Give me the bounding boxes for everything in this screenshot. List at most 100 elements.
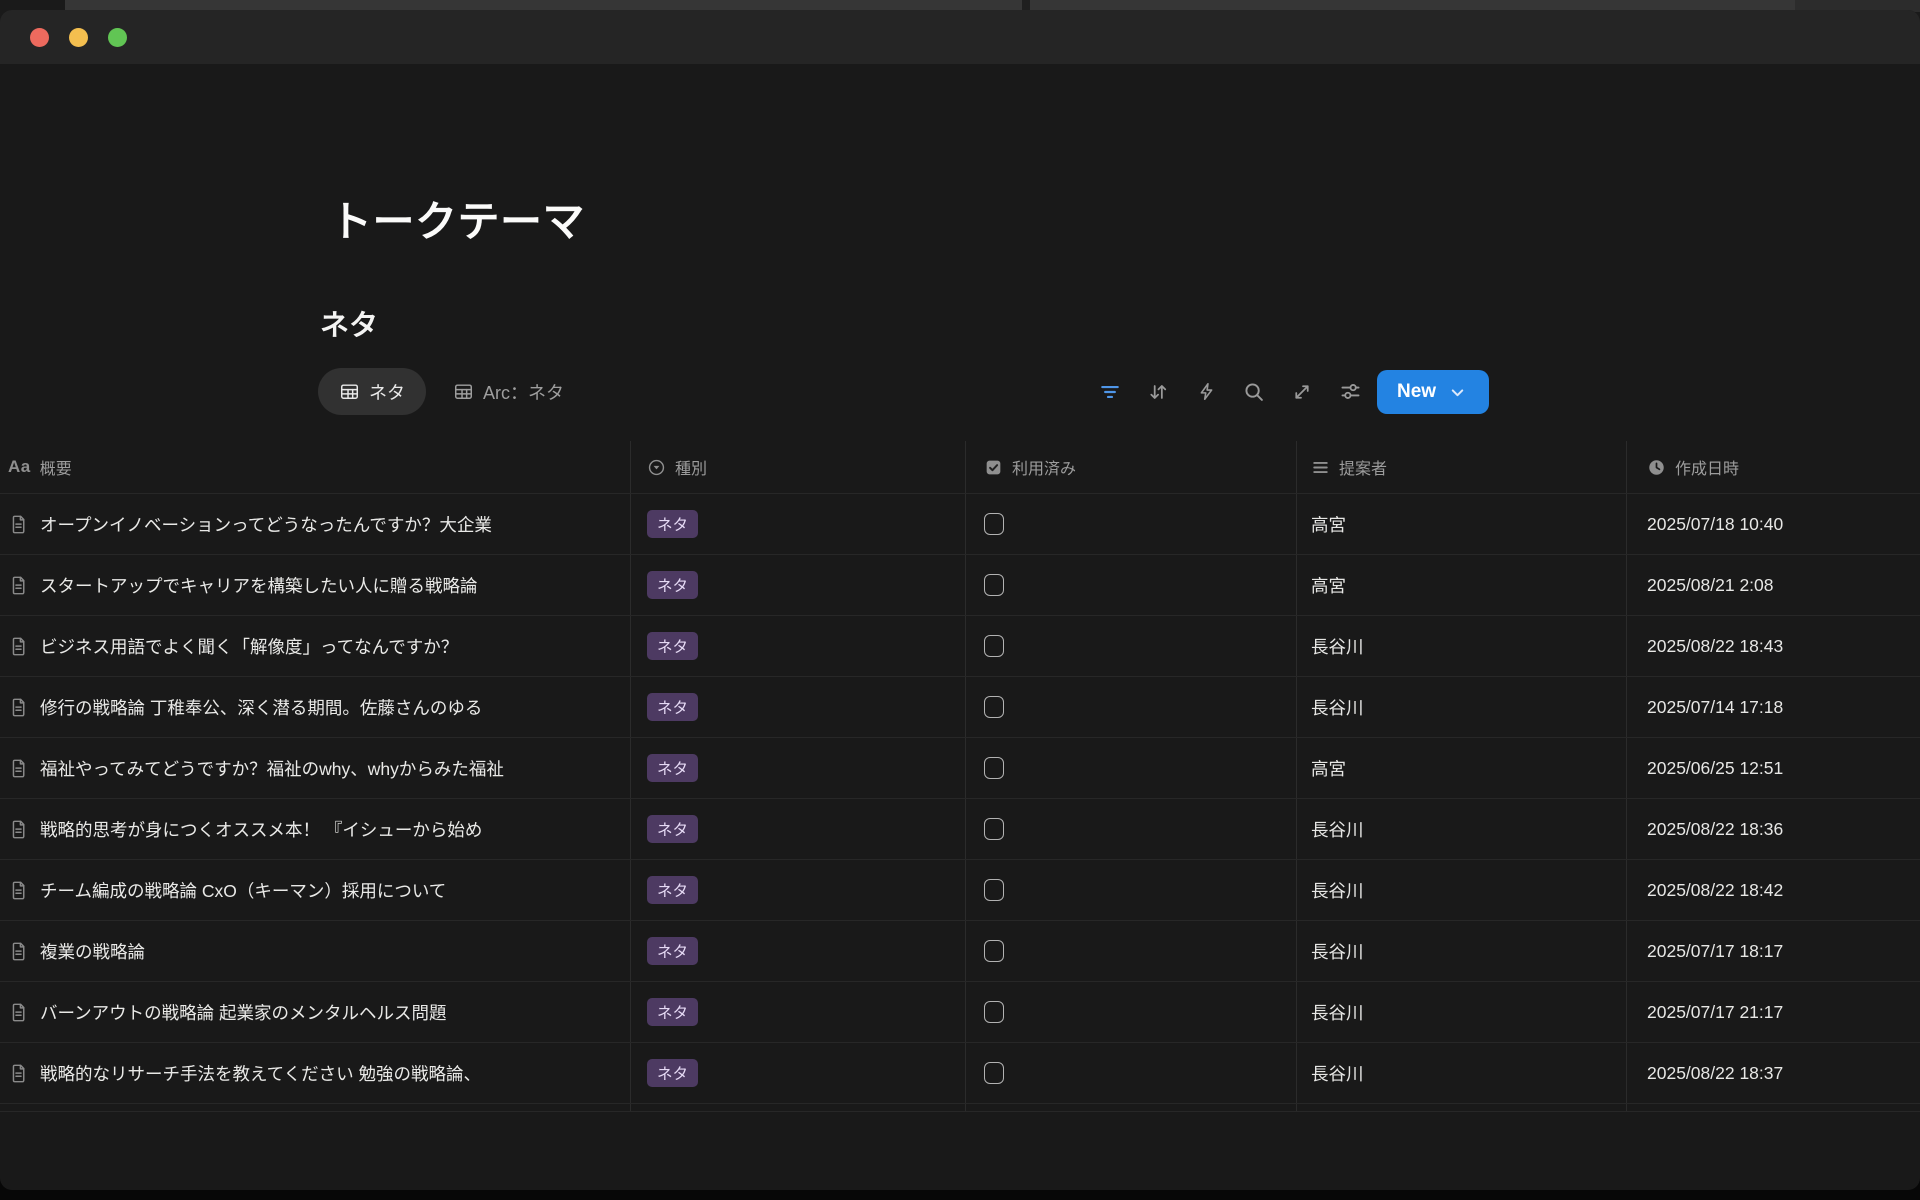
row-title[interactable]: ビジネス用語でよく聞く「解像度」ってなんですか？ [40, 634, 458, 659]
row-proposer-cell[interactable]: 長谷川 [1297, 982, 1627, 1042]
type-tag[interactable]: ネタ [647, 693, 698, 721]
row-type-cell[interactable]: ネタ [631, 555, 966, 615]
row-title[interactable]: 複業の戦略論 [40, 939, 145, 964]
row-title-cell[interactable]: 戦略的思考が身につくオススメ本！ 『イシューから始め [0, 799, 631, 859]
view-tab-arc-neta[interactable]: Arc：ネタ [432, 368, 585, 415]
filter-button[interactable] [1086, 368, 1134, 415]
lightning-button[interactable] [1182, 368, 1230, 415]
row-title[interactable]: 戦略的思考が身につくオススメ本！ 『イシューから始め [40, 817, 482, 842]
row-created-cell[interactable]: 2025/07/17 18:17 [1627, 921, 1920, 981]
type-tag[interactable]: ネタ [647, 632, 698, 660]
used-checkbox[interactable] [984, 940, 1004, 962]
row-type-cell[interactable]: ネタ [631, 860, 966, 920]
column-header-label: 提案者 [1339, 455, 1387, 479]
proposer-value: 長谷川 [1311, 1000, 1364, 1025]
row-title-cell[interactable]: スタートアップでキャリアを構築したい人に贈る戦略論 [0, 555, 631, 615]
type-tag[interactable]: ネタ [647, 815, 698, 843]
row-proposer-cell[interactable]: 長谷川 [1297, 1043, 1627, 1103]
row-title[interactable]: 福祉やってみてどうですか？福祉のwhy、whyからみた福祉 [40, 756, 504, 781]
row-created-cell[interactable]: 2025/08/22 18:36 [1627, 799, 1920, 859]
used-checkbox[interactable] [984, 696, 1004, 718]
created-datetime: 2025/08/22 18:42 [1647, 880, 1783, 901]
used-checkbox[interactable] [984, 818, 1004, 840]
search-button[interactable] [1230, 368, 1278, 415]
row-created-cell[interactable]: 2025/07/18 10:40 [1627, 494, 1920, 554]
row-proposer-cell[interactable]: 高宮 [1297, 555, 1627, 615]
row-title[interactable]: チーム編成の戦略論 CxO（キーマン）採用について [40, 878, 446, 903]
type-tag[interactable]: ネタ [647, 937, 698, 965]
row-proposer-cell[interactable]: 長谷川 [1297, 921, 1627, 981]
row-created-cell[interactable]: 2025/06/25 12:51 [1627, 738, 1920, 798]
row-proposer-cell[interactable]: 長谷川 [1297, 616, 1627, 676]
used-checkbox[interactable] [984, 513, 1004, 535]
row-created-cell[interactable]: 2025/08/21 2:08 [1627, 555, 1920, 615]
type-tag[interactable]: ネタ [647, 998, 698, 1026]
proposer-value: 長谷川 [1311, 878, 1364, 903]
document-icon [8, 941, 29, 962]
column-header[interactable]: 提案者 [1297, 441, 1627, 493]
type-tag[interactable]: ネタ [647, 571, 698, 599]
used-checkbox[interactable] [984, 574, 1004, 596]
minimize-button[interactable] [69, 28, 88, 47]
type-tag[interactable]: ネタ [647, 1059, 698, 1087]
row-proposer-cell[interactable]: 高宮 [1297, 738, 1627, 798]
row-title-cell[interactable]: 戦略的なリサーチ手法を教えてください 勉強の戦略論、 [0, 1043, 631, 1103]
view-tab-neta[interactable]: ネタ [318, 368, 426, 415]
row-title[interactable]: オープンイノベーションってどうなったんですか？大企業 [40, 512, 492, 537]
row-title-cell[interactable]: 福祉やってみてどうですか？福祉のwhy、whyからみた福祉 [0, 738, 631, 798]
type-tag[interactable]: ネタ [647, 510, 698, 538]
column-header[interactable]: 作成日時 [1627, 441, 1920, 493]
row-proposer-cell[interactable]: 長谷川 [1297, 677, 1627, 737]
row-title-cell[interactable]: 複業の戦略論 [0, 921, 631, 981]
row-title[interactable]: 修行の戦略論 丁稚奉公、深く潜る期間。佐藤さんのゆる [40, 695, 482, 720]
window-titlebar[interactable] [0, 10, 1920, 64]
used-checkbox[interactable] [984, 635, 1004, 657]
row-type-cell[interactable]: ネタ [631, 738, 966, 798]
row-created-cell[interactable]: 2025/07/17 21:17 [1627, 982, 1920, 1042]
column-header[interactable]: Aa概要 [0, 441, 631, 493]
row-title[interactable]: 戦略的なリサーチ手法を教えてください 勉強の戦略論、 [40, 1061, 481, 1086]
row-title-cell[interactable]: オープンイノベーションってどうなったんですか？大企業 [0, 494, 631, 554]
chevron-down-icon[interactable] [1448, 383, 1467, 402]
row-type-cell[interactable]: ネタ [631, 494, 966, 554]
row-type-cell[interactable]: ネタ [631, 1043, 966, 1103]
sort-icon [1147, 381, 1169, 403]
used-checkbox[interactable] [984, 879, 1004, 901]
close-button[interactable] [30, 28, 49, 47]
row-title-cell[interactable]: チーム編成の戦略論 CxO（キーマン）採用について [0, 860, 631, 920]
row-type-cell[interactable]: ネタ [631, 799, 966, 859]
row-title-cell[interactable]: 修行の戦略論 丁稚奉公、深く潜る期間。佐藤さんのゆる [0, 677, 631, 737]
column-header[interactable]: 利用済み [966, 441, 1297, 493]
used-checkbox[interactable] [984, 1001, 1004, 1023]
expand-button[interactable] [1278, 368, 1326, 415]
zoom-button[interactable] [108, 28, 127, 47]
row-title[interactable]: バーンアウトの戦略論 起業家のメンタルヘルス問題 [40, 1000, 447, 1025]
row-created-cell[interactable]: 2025/08/22 18:37 [1627, 1043, 1920, 1103]
row-proposer-cell[interactable]: 高宮 [1297, 494, 1627, 554]
row-used-cell [966, 677, 1297, 737]
sort-button[interactable] [1134, 368, 1182, 415]
used-checkbox[interactable] [984, 1062, 1004, 1084]
row-created-cell[interactable]: 2025/08/22 18:42 [1627, 860, 1920, 920]
column-header[interactable]: 種別 [631, 441, 966, 493]
type-tag[interactable]: ネタ [647, 876, 698, 904]
row-proposer-cell[interactable]: 長谷川 [1297, 860, 1627, 920]
row-used-cell [966, 738, 1297, 798]
filter-icon [1099, 381, 1121, 403]
row-type-cell[interactable]: ネタ [631, 921, 966, 981]
row-type-cell[interactable]: ネタ [631, 616, 966, 676]
type-tag[interactable]: ネタ [647, 754, 698, 782]
sliders-button[interactable] [1326, 368, 1374, 415]
row-created-cell[interactable]: 2025/07/14 17:18 [1627, 677, 1920, 737]
row-created-cell[interactable]: 2025/08/22 18:43 [1627, 616, 1920, 676]
row-title-cell[interactable]: ビジネス用語でよく聞く「解像度」ってなんですか？ [0, 616, 631, 676]
used-checkbox[interactable] [984, 757, 1004, 779]
row-type-cell[interactable]: ネタ [631, 677, 966, 737]
database-toolbar [1086, 368, 1374, 415]
row-title-cell[interactable]: バーンアウトの戦略論 起業家のメンタルヘルス問題 [0, 982, 631, 1042]
window-controls [30, 28, 127, 47]
row-type-cell[interactable]: ネタ [631, 982, 966, 1042]
row-proposer-cell[interactable]: 長谷川 [1297, 799, 1627, 859]
row-title[interactable]: スタートアップでキャリアを構築したい人に贈る戦略論 [40, 573, 478, 598]
new-button[interactable]: New [1377, 370, 1489, 414]
